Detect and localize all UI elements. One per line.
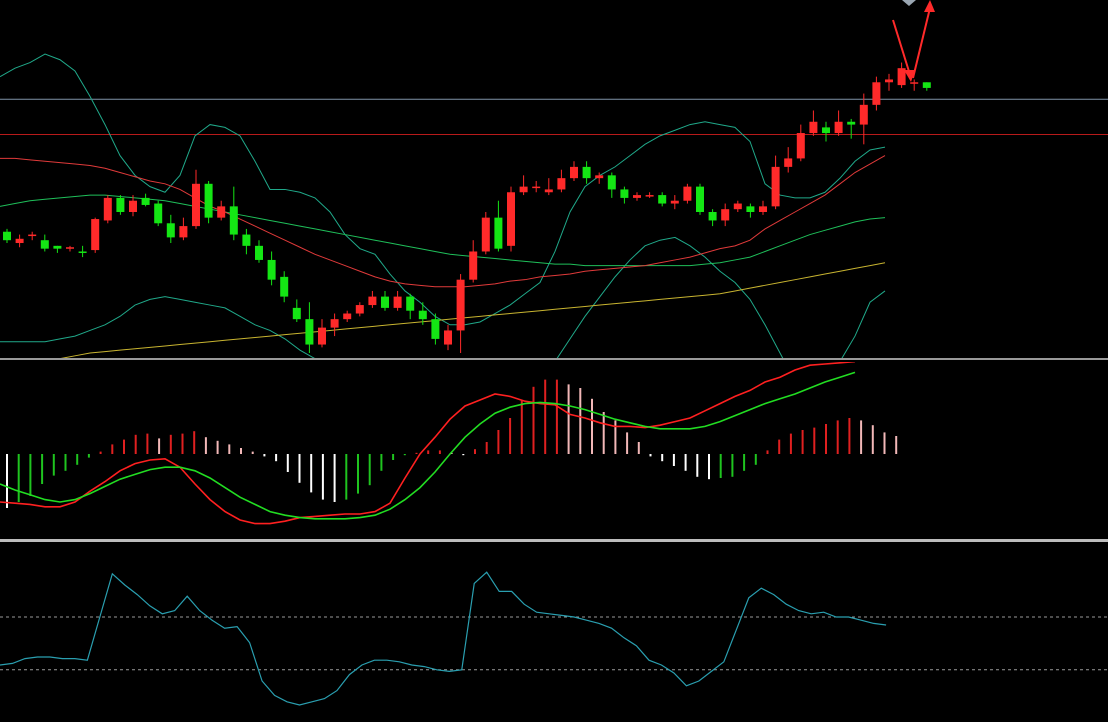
macd-chart	[0, 362, 898, 525]
candle-up	[318, 327, 326, 345]
candle-down	[696, 186, 704, 212]
candle-down	[280, 276, 289, 297]
candle-up	[91, 219, 100, 251]
candle-up	[670, 200, 679, 204]
candle-up	[784, 158, 793, 167]
candle-up	[15, 238, 24, 244]
candle-up	[343, 313, 352, 320]
macd-line	[0, 362, 856, 525]
candle-up	[683, 186, 692, 201]
candle-up	[733, 203, 742, 210]
forecast-arrow-up	[912, 7, 931, 79]
candle-up	[910, 82, 919, 84]
oscillator-line	[0, 571, 887, 706]
candlestick-chart	[0, 0, 1108, 358]
candle-up	[796, 133, 805, 159]
candle-down	[242, 234, 251, 246]
candle-up	[66, 247, 74, 249]
candle-up	[507, 192, 515, 246]
candle-down	[922, 82, 931, 88]
candle-up	[28, 234, 37, 237]
candle-up	[859, 104, 868, 125]
candle-down	[204, 183, 213, 218]
candle-up	[759, 206, 767, 212]
candle-up	[368, 296, 377, 306]
candle-up	[179, 226, 188, 238]
candle-down	[141, 197, 150, 205]
oscillator-chart	[0, 571, 1108, 706]
candle-down	[3, 231, 11, 241]
candle-down	[494, 217, 503, 249]
candle-up	[809, 121, 818, 134]
candle-down	[305, 319, 314, 345]
marker-diamond-icon	[902, 0, 916, 6]
candle-down	[78, 251, 87, 253]
candle-up	[330, 319, 339, 328]
candle-down	[154, 203, 163, 224]
candle-up	[469, 251, 478, 280]
candle-up	[645, 195, 654, 197]
candle-up	[519, 186, 528, 193]
candle-down	[822, 127, 830, 134]
candle-down	[708, 212, 717, 221]
candle-down	[267, 259, 276, 280]
candle-down	[607, 175, 616, 190]
oscillator-panel	[0, 543, 1108, 722]
candle-up	[532, 186, 541, 189]
candle-down	[166, 223, 175, 238]
candle-up	[771, 166, 780, 207]
macd-panel	[0, 362, 1108, 538]
candle-up	[444, 330, 452, 345]
candle-up	[557, 178, 566, 190]
candle-up	[192, 183, 200, 227]
candle-down	[620, 189, 629, 198]
candle-up	[872, 82, 881, 105]
candle-down	[847, 121, 856, 125]
bollinger-mid-line	[0, 155, 886, 288]
candle-up	[217, 206, 226, 218]
candle-down	[255, 245, 263, 260]
candle-down	[418, 310, 427, 320]
candle-up	[570, 166, 578, 179]
moving-average-yellow-line	[60, 262, 886, 358]
price-chart-panel	[0, 0, 1108, 358]
candle-down	[292, 307, 301, 320]
candle-up	[456, 279, 465, 331]
candle-down	[582, 166, 591, 179]
candle-up	[355, 305, 364, 314]
arrow-up-icon	[924, 0, 935, 12]
candle-down	[381, 296, 389, 308]
bollinger-upper-line	[0, 53, 886, 326]
candle-up	[633, 195, 641, 198]
candle-down	[53, 245, 62, 249]
candle-down	[658, 195, 667, 204]
candle-up	[721, 209, 730, 221]
candle-up	[897, 68, 906, 86]
candle-up	[103, 197, 112, 221]
candle-down	[406, 296, 415, 311]
candle-up	[129, 200, 137, 212]
candle-up	[834, 121, 843, 134]
candle-down	[431, 319, 440, 339]
candle-down	[746, 206, 755, 212]
bollinger-lower-line	[0, 236, 886, 358]
candle-down	[229, 206, 238, 235]
candle-up	[393, 296, 402, 308]
candle-up	[481, 217, 490, 252]
candle-down	[40, 240, 49, 249]
panel-divider-top[interactable]	[0, 358, 1108, 360]
candle-up	[544, 189, 553, 193]
candle-down	[116, 197, 125, 212]
candle-up	[595, 175, 604, 179]
candle-up	[885, 79, 893, 83]
panel-divider-bottom[interactable]	[0, 539, 1108, 542]
